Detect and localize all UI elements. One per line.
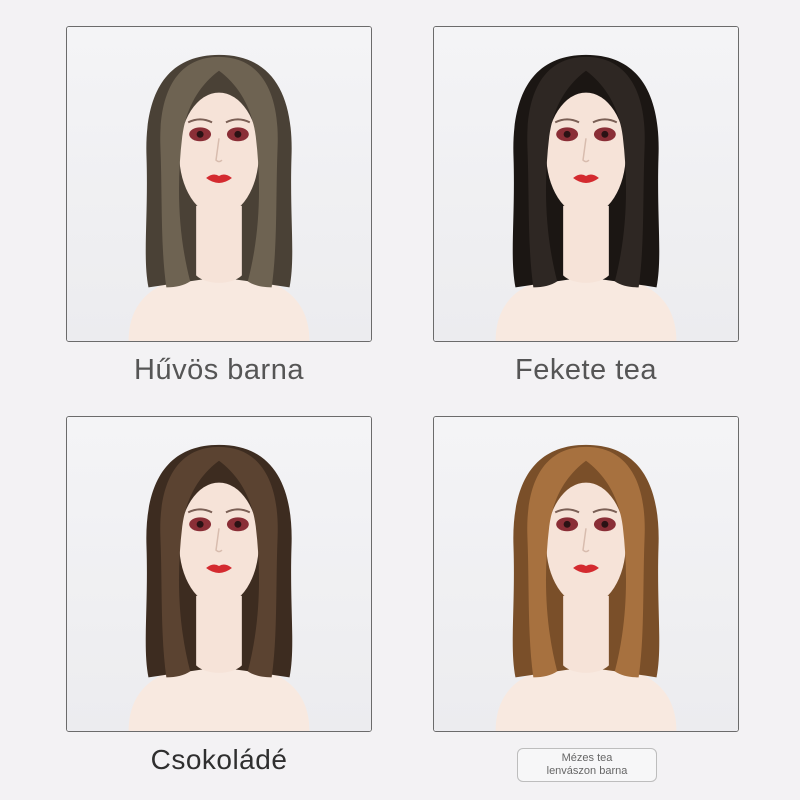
- neck: [196, 205, 242, 283]
- wig-photo-cool-brown[interactable]: [66, 26, 372, 342]
- mannequin-image: [434, 27, 738, 341]
- color-label-chocolate: Csokoládé: [150, 744, 288, 775]
- bust: [495, 279, 677, 341]
- bust: [128, 279, 310, 341]
- neck: [563, 205, 609, 283]
- neck: [563, 595, 609, 673]
- wig-photo-black-tea[interactable]: [433, 26, 739, 342]
- color-label-black-tea: Fekete tea: [514, 354, 658, 386]
- face: [179, 482, 259, 606]
- neck: [196, 595, 242, 673]
- pupil-left: [563, 130, 571, 138]
- pupil-right: [234, 520, 242, 528]
- face: [546, 482, 626, 606]
- pill-label-line2: lenvászon barna: [546, 765, 628, 777]
- face: [179, 92, 259, 216]
- pill-label-line1: Mézes tea: [561, 752, 613, 764]
- bust: [495, 669, 677, 731]
- pupil-right: [601, 130, 609, 138]
- color-label-cool-brown: Hűvös barna: [134, 354, 304, 386]
- bust: [128, 669, 310, 731]
- pupil-left: [196, 520, 204, 528]
- face: [546, 92, 626, 216]
- color-option-honey-tea[interactable]: Mézes tea lenvászon barna: [517, 748, 657, 782]
- wig-photo-honey-tea[interactable]: [433, 416, 739, 732]
- pupil-left: [563, 520, 571, 528]
- wig-photo-chocolate[interactable]: [66, 416, 372, 732]
- mannequin-image: [67, 27, 371, 341]
- mannequin-image: [67, 417, 371, 731]
- pupil-right: [601, 520, 609, 528]
- pupil-left: [196, 130, 204, 138]
- pupil-right: [234, 130, 242, 138]
- mannequin-image: [434, 417, 738, 731]
